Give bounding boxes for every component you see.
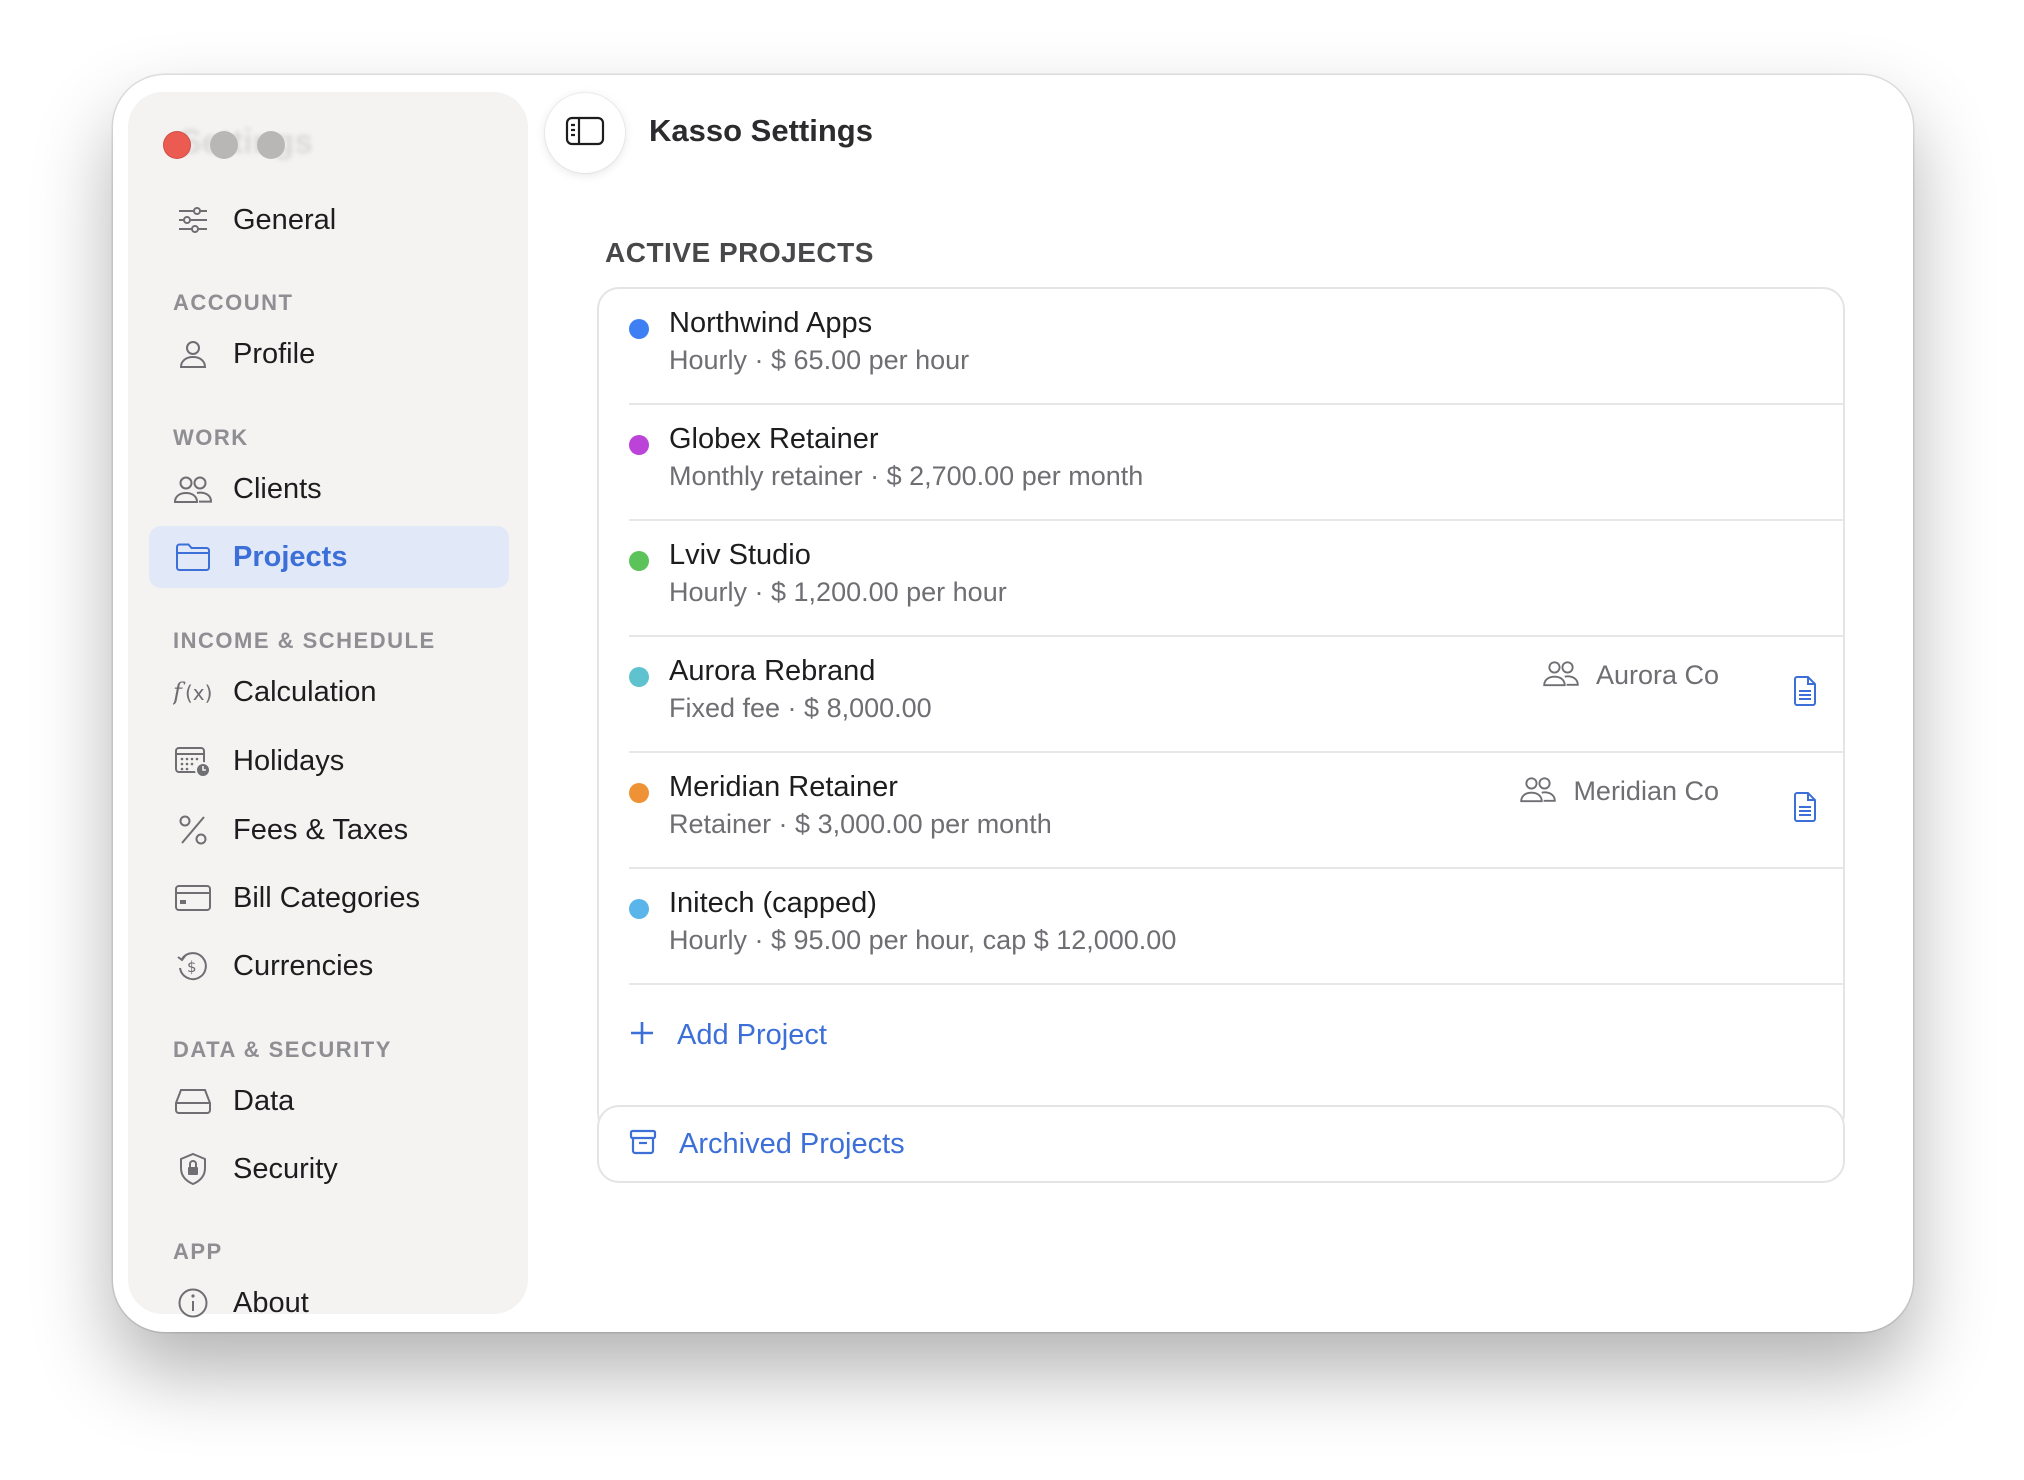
project-color-dot: [629, 319, 649, 339]
project-color-dot: [629, 435, 649, 455]
window-title: Kasso Settings: [649, 113, 873, 148]
client-name: Meridian Co: [1573, 776, 1719, 806]
project-row[interactable]: Globex Retainer Monthly retainer · $ 2,7…: [599, 405, 1843, 521]
project-color-dot: [629, 783, 649, 803]
sidebar-item-projects[interactable]: Projects: [149, 526, 509, 588]
people-icon: [173, 469, 213, 509]
svg-text:(x): (x): [185, 681, 212, 705]
project-row[interactable]: Lviv Studio Hourly · $ 1,200.00 per hour: [599, 521, 1843, 637]
archive-box-icon: [629, 1128, 657, 1161]
function-icon: f (x): [173, 672, 213, 712]
section-title-active-projects: ACTIVE PROJECTS: [605, 237, 874, 268]
sidebar-item-label: About: [233, 1286, 309, 1319]
sidebar-item-bill-categories[interactable]: Bill Categories: [149, 867, 509, 929]
project-row[interactable]: Aurora Rebrand Fixed fee · $ 8,000.00 Au…: [599, 637, 1843, 753]
projects-list: Northwind Apps Hourly · $ 65.00 per hour…: [597, 287, 1845, 1135]
sidebar-item-label: Bill Categories: [233, 881, 420, 914]
currency-exchange-icon: $: [173, 946, 213, 986]
sidebar-item-about[interactable]: About: [149, 1272, 509, 1332]
close-window-button[interactable]: [163, 131, 191, 159]
sidebar-item-label: Projects: [233, 540, 348, 573]
project-client: Meridian Co: [1519, 775, 1719, 808]
project-client: Aurora Co: [1542, 659, 1719, 692]
project-name: Globex Retainer: [669, 423, 879, 455]
sidebar-item-label: Profile: [233, 337, 316, 370]
section-header-account: ACCOUNT: [173, 290, 294, 315]
percent-icon: [173, 810, 213, 850]
project-detail: Monthly retainer · $ 2,700.00 per month: [669, 461, 1144, 491]
plus-icon: [629, 1020, 655, 1051]
sidebar-item-profile[interactable]: Profile: [149, 323, 509, 385]
project-name: Northwind Apps: [669, 307, 873, 339]
sidebar-item-label: Currencies: [233, 949, 374, 982]
sidebar-item-label: Security: [233, 1152, 338, 1185]
person-icon: [173, 334, 213, 374]
project-detail: Hourly · $ 1,200.00 per hour: [669, 577, 1007, 607]
project-detail: Hourly · $ 65.00 per hour: [669, 345, 970, 375]
sidebar: Settings General ACCOUNT Profile WORK Cl…: [129, 93, 527, 1319]
project-row[interactable]: Meridian Retainer Retainer · $ 3,000.00 …: [599, 753, 1843, 869]
sidebar-toggle-button[interactable]: [545, 93, 625, 173]
shield-lock-icon: [173, 1149, 213, 1189]
document-icon[interactable]: [1793, 791, 1817, 828]
project-detail: Hourly · $ 95.00 per hour, cap $ 12,000.…: [669, 925, 1177, 955]
project-name: Aurora Rebrand: [669, 655, 876, 687]
sidebar-item-fees-taxes[interactable]: Fees & Taxes: [149, 799, 509, 861]
sidebar-item-label: Holidays: [233, 744, 345, 777]
section-header-app: APP: [173, 1239, 223, 1264]
zoom-window-button[interactable]: [257, 131, 285, 159]
sidebar-item-security[interactable]: Security: [149, 1138, 509, 1200]
settings-window: Settings General ACCOUNT Profile WORK Cl…: [113, 75, 1913, 1332]
archived-projects-button[interactable]: Archived Projects: [597, 1105, 1845, 1183]
sidebar-item-currencies[interactable]: $ Currencies: [149, 935, 509, 997]
document-icon[interactable]: [1793, 675, 1817, 712]
sliders-icon: [173, 200, 213, 240]
sidebar-toggle-icon: [565, 115, 605, 152]
sidebar-item-calculation[interactable]: f (x) Calculation: [149, 661, 509, 723]
sidebar-item-label: Data: [233, 1084, 295, 1117]
project-color-dot: [629, 899, 649, 919]
project-name: Lviv Studio: [669, 539, 811, 571]
credit-card-icon: [173, 878, 213, 918]
sidebar-item-general[interactable]: General: [149, 189, 509, 251]
client-name: Aurora Co: [1595, 660, 1719, 690]
folder-icon: [173, 537, 213, 577]
section-header-income: INCOME & SCHEDULE: [173, 628, 436, 653]
project-name: Meridian Retainer: [669, 771, 898, 803]
sidebar-item-label: Calculation: [233, 675, 377, 708]
sidebar-item-clients[interactable]: Clients: [149, 458, 509, 520]
people-icon: [1519, 775, 1557, 808]
project-name: Initech (capped): [669, 887, 877, 919]
archived-projects-label: Archived Projects: [679, 1127, 905, 1160]
project-row[interactable]: Initech (capped) Hourly · $ 95.00 per ho…: [599, 869, 1843, 985]
project-color-dot: [629, 667, 649, 687]
people-icon: [1542, 659, 1580, 692]
drive-icon: [173, 1081, 213, 1121]
sidebar-item-label: General: [233, 203, 337, 236]
minimize-window-button[interactable]: [210, 131, 238, 159]
svg-text:$: $: [187, 958, 197, 976]
sidebar-item-label: Clients: [233, 472, 322, 505]
sidebar-ghost-title: Settings: [179, 123, 314, 161]
add-project-button[interactable]: Add Project: [629, 1019, 827, 1052]
sidebar-item-label: Fees & Taxes: [233, 813, 409, 846]
sidebar-item-data[interactable]: Data: [149, 1070, 509, 1132]
project-color-dot: [629, 551, 649, 571]
section-header-data-security: DATA & SECURITY: [173, 1037, 392, 1062]
project-detail: Fixed fee · $ 8,000.00: [669, 693, 932, 723]
sidebar-item-holidays[interactable]: Holidays: [149, 730, 509, 792]
add-project-label: Add Project: [677, 1019, 827, 1051]
section-header-work: WORK: [173, 425, 249, 450]
info-icon: [173, 1283, 213, 1323]
calendar-clock-icon: [173, 741, 213, 781]
project-row[interactable]: Northwind Apps Hourly · $ 65.00 per hour: [599, 289, 1843, 405]
project-detail: Retainer · $ 3,000.00 per month: [669, 809, 1052, 839]
